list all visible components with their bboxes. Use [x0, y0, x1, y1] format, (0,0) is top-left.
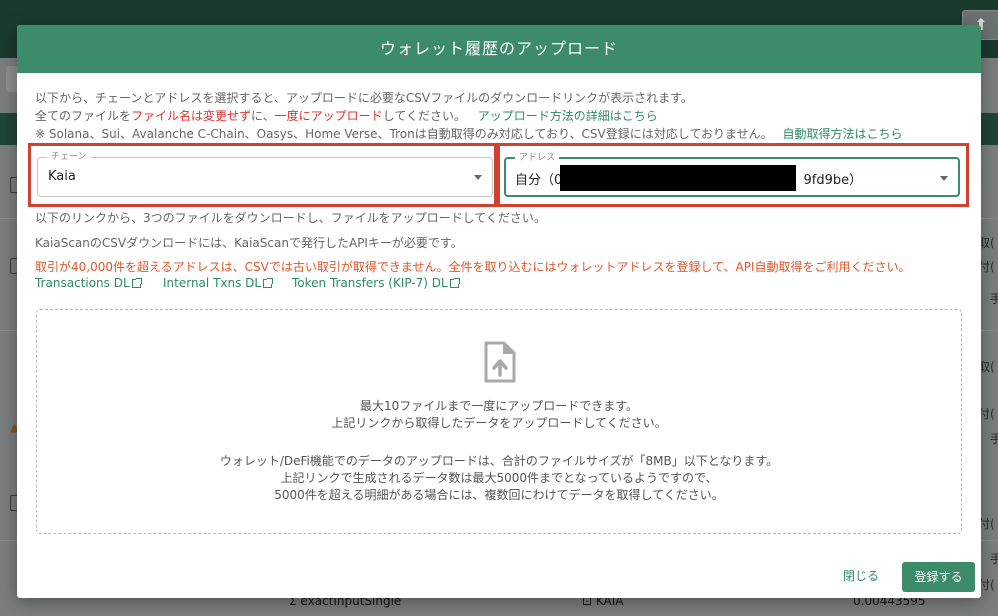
dropzone-text: 上記リンクから取得したデータをアップロードしてください。: [331, 416, 667, 430]
background-right-text: 付(: [978, 578, 995, 592]
token-transfers-download-label: Token Transfers (KIP-7) DL: [292, 276, 448, 290]
api-key-note: KaiaScanのCSVダウンロードには、KaiaScanで発行したAPIキーが…: [35, 236, 463, 250]
download-instructions: 以下のリンクから、3つのファイルをダウンロードし、ファイルをアップロードしてくだ…: [35, 211, 546, 225]
upload-wallet-history-modal: ウォレット履歴のアップロード 以下から、チェーンとアドレスを選択すると、アップロ…: [17, 25, 981, 598]
auto-fetch-method-link[interactable]: 自動取得方法はこちら: [783, 127, 903, 141]
token-transfers-download-link[interactable]: Token Transfers (KIP-7) DL: [292, 276, 460, 290]
transactions-download-label: Transactions DL: [35, 276, 130, 290]
internal-txns-download-link[interactable]: Internal Txns DL: [163, 276, 274, 290]
supported-chains-text: ※ Solana、Sui、Avalanche C-Chain、Oasys、Hom…: [35, 127, 773, 141]
dropzone-text: ウォレット/DeFi機能でのデータのアップロードは、合計のファイルサイズが「8M…: [219, 454, 779, 468]
dropzone-text: 上記リンクで生成されるデータ数は最大5000件までとなっているようですので、: [280, 471, 718, 485]
file-note-part: してください。: [382, 109, 466, 123]
background-right-text: 付(: [978, 260, 995, 274]
file-upload-note: 全てのファイルをファイル名は変更せずに、一度にアップロードしてください。 アップ…: [35, 108, 658, 124]
chain-highlight-box: [28, 143, 497, 207]
address-highlight-box: [497, 143, 969, 207]
file-note-part: に、: [251, 109, 275, 123]
background-right-text: 取(: [978, 360, 995, 374]
csv-limit-warning: 取引が40,000件を超えるアドレスは、CSVでは古い取引が取得できません。全件…: [35, 260, 911, 274]
background-right-text: 取(: [978, 236, 995, 250]
instructions-text: 以下から、チェーンとアドレスを選択すると、アップロードに必要なCSVファイルのダ…: [35, 91, 693, 105]
background-right-text: 付(: [978, 517, 995, 531]
internal-txns-download-label: Internal Txns DL: [163, 276, 262, 290]
upload-method-details-link[interactable]: アップロード方法の詳細はこちら: [478, 109, 658, 123]
close-button[interactable]: 閉じる: [843, 567, 879, 584]
dropzone-text: 最大10ファイルまで一度にアップロードできます。: [359, 399, 639, 413]
dropzone-text: 5000件を超える明細がある場合には、複数回にわけてデータを取得してください。: [274, 488, 724, 502]
transactions-download-link[interactable]: Transactions DL: [35, 276, 142, 290]
file-note-emphasis: ファイル名は変更せず: [131, 109, 252, 123]
modal-title: ウォレット履歴のアップロード: [17, 25, 981, 73]
file-note-emphasis: 一度にアップロード: [274, 109, 383, 123]
supported-chains-note: ※ Solana、Sui、Avalanche C-Chain、Oasys、Hom…: [35, 126, 903, 142]
external-link-icon: [449, 278, 460, 288]
background-right-text: 手: [990, 432, 998, 446]
external-link-icon: [131, 278, 142, 288]
file-note-part: 全てのファイルを: [35, 109, 132, 123]
file-dropzone[interactable]: 最大10ファイルまで一度にアップロードできます。 上記リンクから取得したデータを…: [36, 309, 962, 534]
background-right-text: 手: [990, 552, 998, 566]
register-button[interactable]: 登録する: [902, 562, 975, 592]
background-right-text: 付(: [978, 407, 995, 421]
external-link-icon: [263, 278, 274, 288]
background-right-text: 手: [990, 292, 998, 306]
file-upload-icon: [484, 341, 516, 383]
